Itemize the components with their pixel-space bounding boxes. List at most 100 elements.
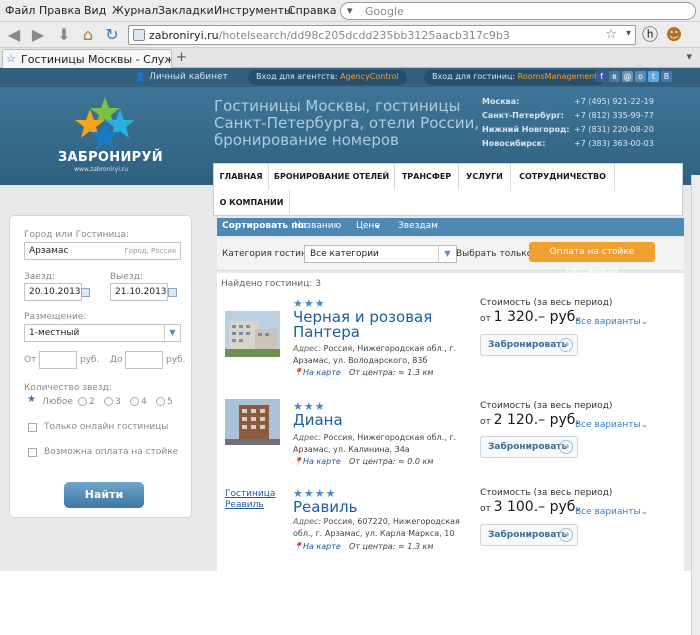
url-dropdown-icon[interactable]: ▾: [626, 28, 631, 39]
distance-text: От центра: ≈ 0.0 км: [349, 457, 434, 466]
hotel-photo[interactable]: [225, 311, 280, 357]
mail-icon[interactable]: @: [622, 71, 633, 82]
menu-file[interactable]: Файл: [5, 4, 35, 17]
url-path: /hotelsearch/dd98c205dcdd235bb3125aacb31…: [218, 29, 510, 42]
search-engine-icon: ▾: [347, 4, 353, 17]
agency-login-button[interactable]: Вход для агентств: AgencyControl: [248, 70, 407, 85]
phone-row: Санкт-Петербург: +7 (812) 335-99-77: [482, 111, 654, 120]
hotel-address: Адрес: Россия, 607220, Нижегородская обл…: [293, 517, 460, 538]
menu-help[interactable]: Справка: [288, 4, 336, 17]
pay-at-desk-label: Возможна оплата на стойке: [44, 447, 179, 457]
stars-radio-3[interactable]: [104, 397, 113, 406]
menu-view[interactable]: Вид: [84, 4, 106, 17]
hotel-name-link[interactable]: Реавиль: [293, 500, 453, 515]
star-radio-selected-icon[interactable]: ★: [27, 394, 36, 405]
sort-by-name[interactable]: Названию: [294, 221, 341, 231]
arrow-right-icon: ➜: [559, 338, 573, 352]
hotel-name-link[interactable]: Черная и розовая Пантера: [293, 310, 453, 340]
twitter-icon[interactable]: t: [648, 71, 659, 82]
hotel-address: Адрес: Россия, Нижегородская обл., г. Ар…: [293, 344, 457, 365]
site-slogan: Гостиницы Москвы, гостиницы Санкт-Петерб…: [214, 97, 480, 149]
menu-edit[interactable]: Правка: [39, 4, 81, 17]
new-tab-icon[interactable]: +: [176, 50, 187, 65]
menu-history[interactable]: Журнал: [112, 4, 158, 17]
sort-bar: Сортировать по: Названию Цене ▾ Звездам: [217, 218, 684, 236]
price-to-input[interactable]: [125, 351, 163, 369]
odnoklassniki-icon[interactable]: o: [635, 71, 646, 82]
phone-row: Новосибирск: +7 (383) 363-00-03: [482, 139, 654, 148]
nav-transfer[interactable]: ТРАНСФЕР: [395, 164, 459, 190]
room-label: Размещение:: [24, 312, 87, 322]
chevron-down-icon: ▼: [164, 325, 180, 341]
category-select[interactable]: Все категории ▼: [304, 245, 457, 263]
download-icon[interactable]: ⬇: [54, 25, 74, 45]
checkin-input[interactable]: 20.10.2013: [24, 283, 82, 301]
pay-at-desk-checkbox[interactable]: [28, 448, 37, 457]
city-input[interactable]: Арзамас Город, Россия: [24, 242, 181, 260]
hotel-name-link[interactable]: Диана: [293, 413, 453, 428]
facebook-icon[interactable]: f: [596, 71, 607, 82]
distance-text: От центра: ≈ 1.3 км: [349, 542, 434, 551]
reload-icon[interactable]: ↻: [102, 25, 122, 45]
hotel-login-button[interactable]: Вход для гостиниц: RoomsManagement: [424, 70, 606, 85]
hotel-photo[interactable]: [225, 399, 280, 445]
nav-cooperation[interactable]: СОТРУДНИЧЕСТВО: [511, 164, 615, 190]
city-hint: Город, Россия: [124, 247, 176, 255]
stars-radio-2[interactable]: [78, 397, 87, 406]
stars-any-label: Любое: [42, 397, 73, 407]
hotel-address: Адрес: Россия, Нижегородская обл., г. Ар…: [293, 433, 457, 454]
vk-icon[interactable]: в: [609, 71, 620, 82]
vkontakte-icon[interactable]: B: [661, 71, 672, 82]
addon-monkey-icon[interactable]: ☻: [664, 25, 684, 45]
nav-hotel-booking[interactable]: БРОНИРОВАНИЕ ОТЕЛЕЙ: [269, 164, 395, 190]
all-variants-link[interactable]: Все варианты⌄: [575, 507, 648, 517]
map-link[interactable]: 📍На карте: [293, 368, 341, 377]
brand-name[interactable]: ЗАБРОНИРУЙ: [58, 150, 163, 165]
book-button[interactable]: Забронировать ➜: [480, 334, 578, 356]
site-favicon: [133, 29, 145, 41]
all-variants-link[interactable]: Все варианты⌄: [575, 317, 648, 327]
online-only-checkbox[interactable]: [28, 423, 37, 432]
nav-about[interactable]: О КОМПАНИИ: [214, 190, 290, 216]
stars-option-label: 5: [167, 397, 173, 407]
hotel-card: ★★★ Черная и розовая Пантера Адрес: Росс…: [217, 293, 684, 383]
map-link[interactable]: 📍На карте: [293, 457, 341, 466]
scrollbar[interactable]: [691, 175, 700, 635]
site-page: 👤 Личный кабинет Вход для агентств: Agen…: [0, 68, 700, 635]
stars-radio-5[interactable]: [156, 397, 165, 406]
brand-url: www.zabroniryi.ru: [74, 166, 129, 173]
all-variants-link[interactable]: Все варианты⌄: [575, 420, 648, 430]
menu-tools[interactable]: Инструменты: [214, 4, 293, 17]
nav-home[interactable]: ГЛАВНАЯ: [214, 164, 269, 190]
browser-search-input[interactable]: ▾ Google: [340, 2, 696, 20]
url-domain: zabroniryi.ru: [149, 29, 219, 42]
stars-radio-4[interactable]: [130, 397, 139, 406]
checkout-input[interactable]: 21.10.2013: [110, 283, 168, 301]
forward-icon[interactable]: ▶: [28, 25, 48, 45]
personal-cabinet-link[interactable]: 👤 Личный кабинет: [135, 72, 228, 82]
nav-services[interactable]: УСЛУГИ: [459, 164, 511, 190]
address-bar[interactable]: zabroniryi.ru/hotelsearch/dd98c205dcdd23…: [128, 25, 636, 45]
back-icon[interactable]: ◀: [4, 25, 24, 45]
main-nav: ГЛАВНАЯ БРОНИРОВАНИЕ ОТЕЛЕЙ ТРАНСФЕР УСЛ…: [213, 163, 683, 216]
price-from-input[interactable]: [39, 351, 77, 369]
addon-h-icon[interactable]: ⓗ: [640, 25, 660, 45]
book-button[interactable]: Забронировать ➜: [480, 524, 578, 546]
menu-bookmarks[interactable]: Закладки: [158, 4, 214, 17]
room-select[interactable]: 1-местный ▼: [24, 324, 181, 342]
hotel-card: ★★★ Диана Адрес: Россия, Нижегородская о…: [217, 396, 684, 486]
map-link[interactable]: 📍На карте: [293, 542, 341, 551]
book-button[interactable]: Забронировать ➜: [480, 436, 578, 458]
tab-list-icon[interactable]: ▾: [686, 50, 692, 63]
sort-arrow-icon: ▾: [376, 223, 380, 231]
tab-active[interactable]: ☆ Гостиницы Москвы - Служба б...: [2, 49, 172, 68]
bookmark-star-icon[interactable]: ☆: [605, 27, 617, 42]
calendar-icon[interactable]: [168, 288, 177, 297]
calendar-icon[interactable]: [81, 288, 90, 297]
sort-by-stars[interactable]: Звездам: [398, 221, 438, 231]
home-icon[interactable]: ⌂: [78, 25, 98, 45]
hotel-photo-link[interactable]: Гостиница Реавиль: [225, 489, 285, 511]
find-button[interactable]: Найти: [64, 482, 144, 508]
pay-at-desk-button[interactable]: Оплата на стойке гостиницы: [529, 242, 655, 277]
logo-icon[interactable]: [70, 95, 140, 153]
